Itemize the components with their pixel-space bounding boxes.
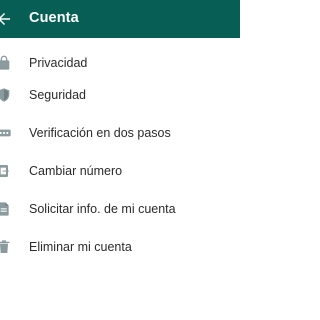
menu-item-cambiar-numero[interactable]: Cambiar número [0,152,240,190]
document-icon [0,200,13,218]
trash-icon [0,238,13,256]
menu-item-label: Privacidad [29,56,88,70]
dots-icon [0,124,13,142]
menu-item-label: Solicitar info. de mi cuenta [29,202,176,216]
app-bar: Cuenta [0,0,240,38]
menu-item-label: Seguridad [29,88,86,102]
menu-item-label: Cambiar número [29,164,123,178]
phone-swap-icon [0,162,13,180]
lock-icon [0,54,13,72]
shield-icon [0,86,13,104]
menu-item-verificacion[interactable]: Verificación en dos pasos [0,114,240,152]
menu-item-label: Eliminar mi cuenta [29,240,132,254]
menu-item-label: Verificación en dos pasos [29,126,171,140]
menu-item-eliminar-cuenta[interactable]: Eliminar mi cuenta [0,228,240,266]
page-title: Cuenta [29,10,79,26]
menu-item-seguridad[interactable]: Seguridad [0,76,240,114]
arrow-left-icon [0,13,10,25]
account-settings-list: Privacidad Seguridad Verificación en dos… [0,38,240,266]
menu-item-solicitar-info[interactable]: Solicitar info. de mi cuenta [0,190,240,228]
back-button[interactable] [0,9,14,29]
